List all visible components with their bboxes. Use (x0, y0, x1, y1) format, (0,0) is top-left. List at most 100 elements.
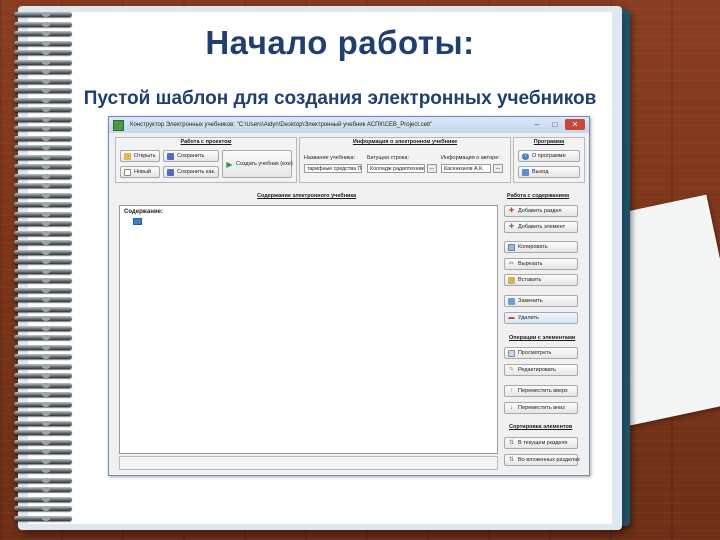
delete-button-label: Удалить (518, 315, 539, 321)
sort-nested-button-label: Во вложенных разделах (518, 457, 580, 463)
sort-current-button[interactable]: ⇅ В текущем разделе (504, 437, 578, 449)
minimize-button[interactable]: – (529, 119, 545, 130)
clipboard-icon (508, 276, 515, 284)
project-group: Работа с проектом Открыть Сохранить Новы… (115, 137, 297, 183)
app-icon (113, 119, 124, 131)
spiral-hole (42, 306, 50, 312)
author-input[interactable]: Касенканов А.К. (441, 164, 491, 173)
edit-button[interactable]: ✎ Редактировать (504, 364, 578, 376)
spiral-hole (42, 344, 50, 350)
spiral-hole (42, 297, 50, 302)
new-button-label: Новый (134, 169, 151, 175)
spiral-hole (42, 496, 50, 502)
spiral-hole (42, 515, 50, 521)
spiral-hole (42, 487, 50, 492)
close-button[interactable]: ✕ (565, 119, 585, 130)
open-button[interactable]: Открыть (120, 150, 160, 162)
delete-button[interactable]: ▬ Удалить (504, 312, 578, 324)
author-browse-button[interactable]: ... (493, 164, 503, 173)
spiral-hole (42, 316, 50, 321)
exit-button[interactable]: Выход (518, 166, 580, 178)
content-tree[interactable]: Содержание: (119, 205, 498, 454)
sort-nested-button[interactable]: ⇅ Во вложенных разделах (504, 454, 580, 466)
move-up-button[interactable]: ↑ Переместить вверх (504, 385, 578, 397)
spiral-hole (42, 12, 50, 17)
sort-current-button-label: В текущем разделе (518, 440, 568, 446)
window-controls: – □ ✕ (529, 119, 585, 130)
tree-root-node[interactable] (133, 218, 142, 225)
create-textbook-button-label: Создать учебник (exe) (236, 161, 293, 167)
info-group-label: Информация о электронном учебнике (352, 139, 458, 145)
add-element-button[interactable]: ✚ Добавить элемент (504, 221, 578, 233)
slide-title: Начало работы: (205, 24, 475, 61)
spiral-hole (42, 145, 50, 150)
add-element-button-label: Добавить элемент (518, 224, 566, 230)
spiral-hole (42, 430, 50, 435)
info-icon: ? (522, 152, 529, 160)
new-button[interactable]: Новый (120, 166, 160, 178)
move-up-button-label: Переместить вверх (518, 388, 568, 394)
plus-icon: ✚ (508, 223, 515, 230)
spiral-hole (42, 259, 50, 264)
add-section-button[interactable]: ✚ Добавить раздел (504, 205, 578, 217)
view-button[interactable]: Просмотреть (504, 347, 578, 359)
spiral-hole (42, 221, 50, 226)
tree-root-label: Содержание: (124, 209, 163, 215)
about-button[interactable]: ? О программе (518, 150, 580, 162)
move-down-button[interactable]: ↓ Переместить вниз (504, 402, 578, 414)
textbook-name-label: Название учебника: (304, 155, 356, 161)
spiral-hole (42, 439, 50, 445)
spiral-hole (42, 382, 50, 388)
save-button[interactable]: Сохранить (163, 150, 219, 162)
spiral-hole (42, 363, 50, 369)
save-as-button[interactable]: Сохранить как.. (163, 166, 219, 178)
spiral-hole (42, 420, 50, 426)
arrow-up-icon: ↑ (510, 387, 513, 394)
play-icon: ▶ (226, 159, 233, 169)
spiral-hole (42, 126, 50, 131)
spiral-hole (42, 135, 50, 141)
spiral-hole (42, 354, 50, 359)
author-label: Информация о авторе: (441, 155, 500, 161)
add-section-button-label: Добавить раздел (518, 208, 562, 214)
save-button-label: Сохранить (177, 153, 205, 159)
copy-button[interactable]: Копировать (504, 241, 578, 253)
replace-button[interactable]: Заменить (504, 295, 578, 307)
spiral-hole (42, 449, 50, 454)
maximize-button[interactable]: □ (547, 119, 563, 130)
spiral-hole (42, 373, 50, 378)
spiral-hole (42, 401, 50, 407)
exit-door-icon (522, 168, 529, 176)
spiral-hole (42, 249, 50, 255)
spiral-hole (42, 192, 50, 198)
spiral-hole (42, 164, 50, 169)
spiral-hole (42, 335, 50, 340)
copy-icon (508, 243, 515, 251)
spiral-hole (42, 211, 50, 217)
spiral-hole (42, 506, 50, 511)
content-panel-label: Содержание электронного учебника (257, 193, 357, 199)
minus-icon: ▬ (508, 314, 515, 321)
content-ops-label: Работа с содержанием (507, 193, 570, 199)
textbook-name-input[interactable]: тарифные средства ПК (304, 164, 362, 173)
pencil-icon: ✎ (508, 366, 515, 373)
sort-icon: ⇅ (508, 456, 515, 463)
spiral-hole (42, 202, 50, 207)
window-titlebar: Конструктор Электронных учебников: "C:\U… (109, 117, 589, 133)
spiral-hole (42, 230, 50, 236)
ticker-browse-button[interactable]: ... (427, 164, 437, 173)
floppy-icon (167, 152, 174, 160)
paste-button[interactable]: Вставить (504, 274, 578, 286)
window-title: Конструктор Электронных учебников: "C:\U… (130, 122, 433, 128)
ticker-label: Бегущая строка: (367, 155, 410, 161)
plus-icon: ✚ (508, 207, 515, 214)
ticker-input[interactable]: Колледж радиотехники (367, 164, 425, 173)
cut-button[interactable]: ✂ Вырезать (504, 258, 578, 270)
view-icon (508, 349, 515, 357)
save-as-button-label: Сохранить как.. (177, 169, 217, 175)
replace-button-label: Заменить (518, 298, 543, 304)
cut-button-label: Вырезать (518, 261, 543, 267)
spiral-hole (42, 183, 50, 188)
create-textbook-button[interactable]: ▶ Создать учебник (exe) (222, 150, 293, 178)
program-group-label: Программа (533, 139, 565, 145)
